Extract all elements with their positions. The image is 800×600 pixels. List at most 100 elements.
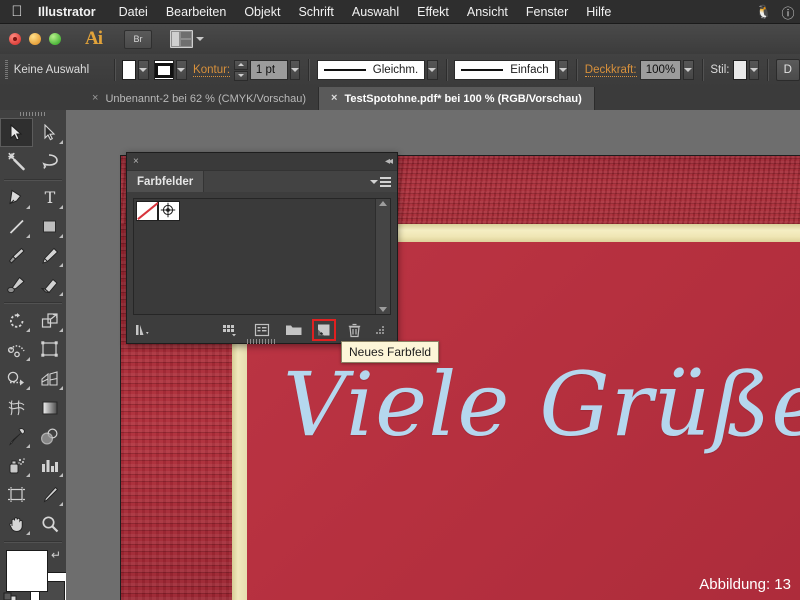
none-swatch[interactable]	[136, 201, 158, 221]
direct-selection-tool[interactable]	[33, 118, 66, 147]
panel-resize-grip-icon[interactable]	[369, 320, 391, 340]
delete-swatch-icon[interactable]	[343, 320, 365, 340]
pencil-tool[interactable]	[33, 241, 66, 270]
column-graph-tool[interactable]	[33, 451, 66, 480]
swatches-list[interactable]	[133, 198, 391, 315]
menu-item-ansicht[interactable]: Ansicht	[458, 0, 517, 24]
stroke-color-dropdown[interactable]	[176, 60, 187, 80]
stroke-weight-input[interactable]: 1 pt	[249, 60, 288, 80]
menu-item-datei[interactable]: Datei	[110, 0, 157, 24]
artboard-tool[interactable]	[0, 480, 33, 509]
arrange-documents-button[interactable]	[170, 30, 204, 48]
scale-tool[interactable]	[33, 306, 66, 335]
swatches-scrollbar[interactable]	[375, 199, 390, 314]
control-bar-grip[interactable]	[5, 60, 8, 80]
menu-item-schrift[interactable]: Schrift	[289, 0, 342, 24]
close-icon[interactable]: ×	[331, 93, 337, 104]
variable-width-profile-select[interactable]: Gleichm.	[316, 60, 426, 80]
hand-tool[interactable]	[0, 509, 33, 538]
menu-item-auswahl[interactable]: Auswahl	[343, 0, 408, 24]
tool-flyout-indicator-icon	[26, 234, 30, 238]
tab-farbfelder[interactable]: Farbfelder	[127, 171, 205, 192]
fill-color-indicator[interactable]	[6, 550, 48, 592]
brush-dropdown[interactable]	[557, 60, 569, 80]
line-segment-tool[interactable]	[0, 212, 33, 241]
show-swatch-kinds-menu-icon[interactable]	[219, 320, 241, 340]
panel-menu-icon[interactable]	[370, 171, 391, 192]
stroke-weight-increase[interactable]	[233, 59, 248, 70]
opacity-input[interactable]: 100%	[639, 60, 682, 80]
rectangle-tool[interactable]	[33, 212, 66, 241]
type-tool[interactable]: T	[33, 183, 66, 212]
scroll-down-icon[interactable]	[379, 307, 387, 312]
stroke-weight-stepper[interactable]	[233, 59, 248, 81]
graphic-style-dropdown[interactable]	[748, 60, 760, 80]
gradient-tool[interactable]	[33, 393, 66, 422]
swatch-libraries-menu-icon[interactable]	[133, 320, 155, 340]
menu-app-name[interactable]: Illustrator	[34, 0, 110, 24]
info-icon[interactable]: ⓘ	[776, 3, 800, 22]
paintbrush-tool[interactable]	[0, 241, 33, 270]
rotate-tool[interactable]	[0, 306, 33, 335]
tab-unbenannt-2[interactable]: × Unbenannt-2 bei 62 % (CMYK/Vorschau)	[80, 87, 319, 110]
slice-tool[interactable]	[33, 480, 66, 509]
minimize-window-button[interactable]	[29, 33, 41, 45]
new-color-group-icon[interactable]	[283, 320, 305, 340]
close-icon[interactable]: ×	[133, 156, 139, 167]
swatch-options-icon[interactable]	[251, 320, 273, 340]
selection-tool[interactable]	[0, 118, 33, 147]
swap-fill-stroke-icon[interactable]: ↵	[51, 548, 61, 562]
tools-panel-grip[interactable]	[0, 110, 66, 118]
menu-item-effekt[interactable]: Effekt	[408, 0, 458, 24]
new-swatch-icon[interactable]	[312, 319, 336, 341]
apple-logo-icon[interactable]: 	[0, 4, 34, 21]
menu-item-objekt[interactable]: Objekt	[235, 0, 289, 24]
menu-item-hilfe[interactable]: Hilfe	[577, 0, 620, 24]
brush-definition-select[interactable]: Einfach	[454, 60, 556, 80]
chevron-down-icon	[139, 68, 148, 72]
bridge-button[interactable]: Br	[124, 29, 152, 49]
blob-brush-tool[interactable]	[0, 270, 33, 299]
stroke-weight-dropdown[interactable]	[289, 60, 301, 80]
opacity-dropdown[interactable]	[683, 60, 694, 80]
graphic-style-swatch[interactable]	[732, 60, 747, 80]
shape-builder-tool[interactable]	[0, 364, 33, 393]
blend-tool[interactable]	[33, 422, 66, 451]
lasso-tool[interactable]	[33, 147, 66, 176]
zoom-tool[interactable]	[33, 509, 66, 538]
symbol-sprayer-tool[interactable]	[0, 451, 33, 480]
tools-group-selection	[0, 118, 66, 176]
swatches-panel[interactable]: × ◂◂ Farbfelder	[126, 152, 398, 344]
width-profile-dropdown[interactable]	[427, 60, 438, 80]
magic-wand-tool[interactable]	[0, 147, 33, 176]
stroke-weight-decrease[interactable]	[233, 70, 248, 81]
eyedropper-tool[interactable]	[0, 422, 33, 451]
stroke-color-swatch[interactable]	[154, 60, 174, 80]
menu-item-fenster[interactable]: Fenster	[517, 0, 577, 24]
eraser-tool[interactable]	[33, 270, 66, 299]
tab-testspotohne-pdf[interactable]: × TestSpotohne.pdf* bei 100 % (RGB/Vorsc…	[319, 87, 595, 110]
opacity-label[interactable]: Deckkraft:	[584, 64, 637, 77]
close-window-button[interactable]	[9, 33, 21, 45]
collapse-panel-icon[interactable]: ◂◂	[385, 156, 393, 167]
panel-bottom-grip[interactable]	[247, 339, 277, 344]
evernote-icon[interactable]: 🐧	[752, 4, 776, 20]
free-transform-tool[interactable]	[33, 335, 66, 364]
mesh-tool[interactable]	[0, 393, 33, 422]
panel-title-bar[interactable]: × ◂◂	[127, 153, 397, 171]
registration-swatch[interactable]	[158, 201, 180, 221]
perspective-grid-tool[interactable]	[33, 364, 66, 393]
scroll-up-icon[interactable]	[379, 201, 387, 206]
control-divider-4	[576, 59, 577, 81]
stroke-weight-label[interactable]: Kontur:	[193, 64, 231, 77]
document-setup-button[interactable]: D	[775, 59, 800, 81]
fill-color-swatch[interactable]	[122, 60, 137, 80]
arrange-documents-icon	[170, 30, 193, 48]
close-icon[interactable]: ×	[92, 93, 98, 104]
width-tool[interactable]	[0, 335, 33, 364]
pen-tool[interactable]	[0, 183, 33, 212]
menu-item-bearbeiten[interactable]: Bearbeiten	[157, 0, 235, 24]
fill-color-dropdown[interactable]	[138, 60, 149, 80]
maximize-window-button[interactable]	[49, 33, 61, 45]
default-fill-stroke-icon[interactable]	[3, 592, 19, 600]
